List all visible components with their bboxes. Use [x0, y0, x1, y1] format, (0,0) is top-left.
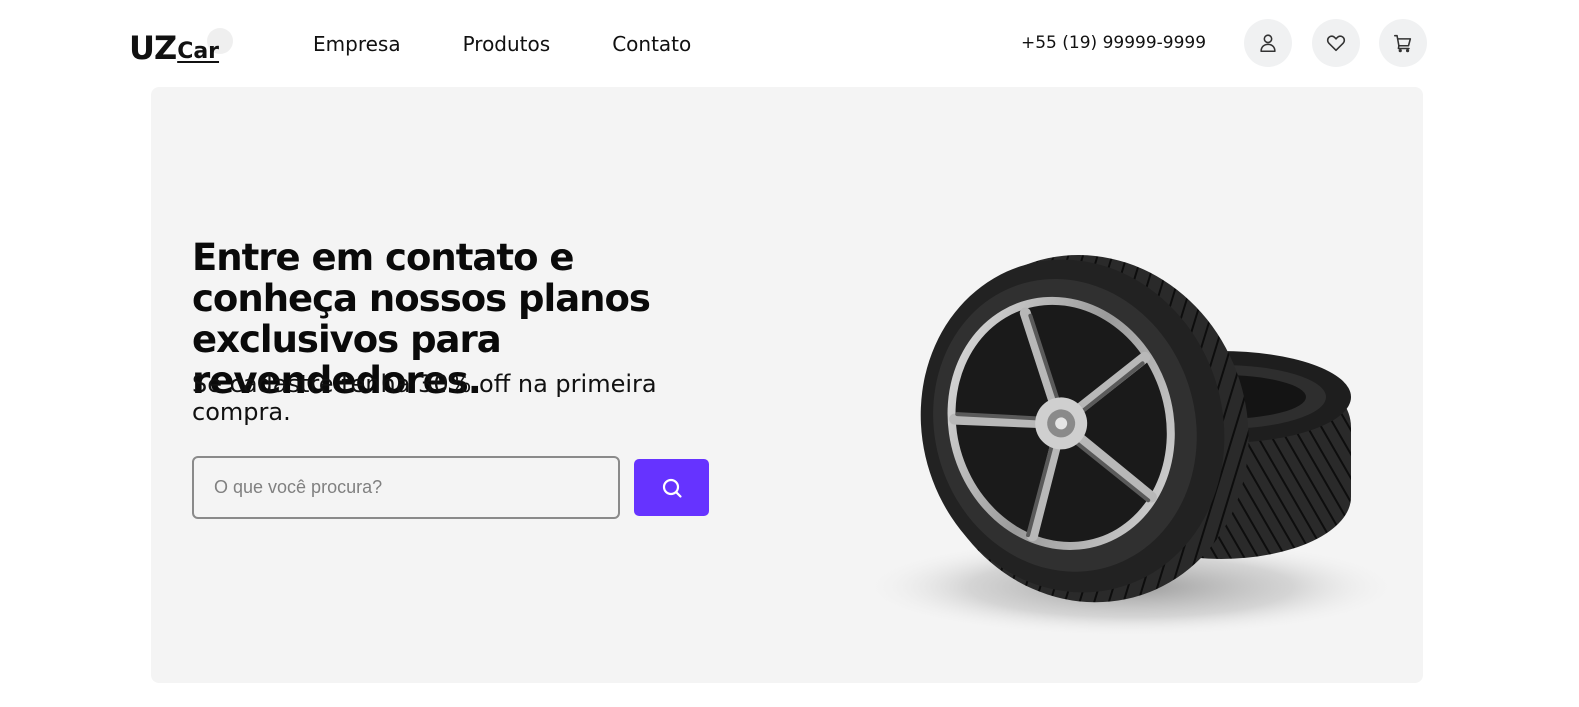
logo-secondary-text: Car: [177, 39, 220, 64]
logo[interactable]: UZ Car: [129, 26, 233, 67]
account-button[interactable]: [1244, 19, 1292, 67]
hero-subtitle: Se cadastre tenha 30% off na primeira co…: [192, 370, 657, 426]
logo-primary-text: UZ: [129, 29, 177, 67]
tires-image: [861, 255, 1401, 637]
search-icon: [662, 478, 682, 498]
search-button[interactable]: [634, 459, 709, 516]
heart-icon: [1326, 35, 1346, 52]
site-header: UZ Car Empresa Produtos Contato +55 (19)…: [0, 0, 1579, 87]
cart-icon: [1393, 34, 1412, 53]
user-icon: [1260, 34, 1276, 53]
nav-link-empresa[interactable]: Empresa: [313, 30, 401, 58]
search-input[interactable]: [192, 456, 620, 519]
favorites-button[interactable]: [1312, 19, 1360, 67]
nav-link-contato[interactable]: Contato: [612, 30, 691, 58]
main-nav: Empresa Produtos Contato: [313, 30, 691, 58]
phone-number: +55 (19) 99999-9999: [1021, 33, 1207, 53]
hero-banner: Entre em contato e conheça nossos planos…: [151, 87, 1423, 683]
cart-button[interactable]: [1379, 19, 1427, 67]
nav-link-produtos[interactable]: Produtos: [463, 30, 551, 58]
